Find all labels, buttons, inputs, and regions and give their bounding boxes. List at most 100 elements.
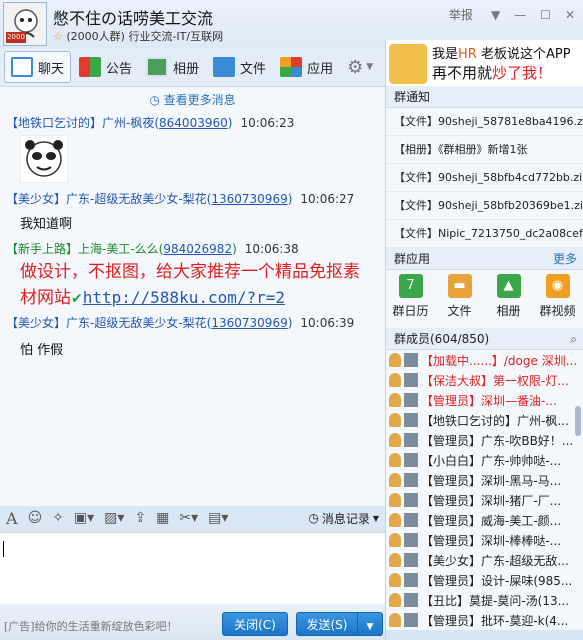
ad-text[interactable]: [广告]给你的生活重新绽放色彩吧！	[4, 618, 178, 634]
banner-line2: 再不用就炒了我！	[432, 62, 552, 83]
sender-qq-close: )	[287, 192, 293, 206]
sender-qq[interactable]: 1360730969	[211, 316, 287, 330]
close-button[interactable]: 关闭(C)	[222, 612, 288, 636]
scissors-icon[interactable]: ✂▾	[179, 510, 198, 526]
more-messages-link[interactable]: ◷ 查看更多消息	[0, 91, 385, 108]
member-item[interactable]: 【管理员】深圳—番油-...	[386, 390, 583, 410]
notice-item[interactable]: 【文件】Nipic_7213750_dc2a08cef5...	[386, 220, 583, 248]
tab-album[interactable]: 相册	[140, 51, 205, 83]
settings-button[interactable]: ⚙ ▼	[341, 51, 379, 83]
ad-banner[interactable]: 我是HR 老板说这个APP 再不用就炒了我！	[386, 40, 583, 86]
app-calendar[interactable]: 7 群日历	[386, 274, 435, 328]
member-name: 【管理员】深圳—番油-...	[421, 393, 557, 408]
tab-chat[interactable]: 聊天	[4, 51, 72, 83]
photo-icon: ▲	[496, 274, 521, 298]
tab-apps[interactable]: 应用	[274, 51, 339, 83]
sender-qq-close: )	[227, 116, 233, 130]
message-link[interactable]: http://588ku.com/?r=2	[83, 288, 285, 307]
apps-more-link[interactable]: 更多	[553, 248, 577, 270]
more-tools-icon[interactable]: ▤▾	[208, 510, 228, 526]
close-icon[interactable]: ✕	[565, 8, 575, 22]
member-name: 【小白白】广东-帅帅哒-...	[421, 453, 562, 468]
scrollbar-thumb[interactable]	[575, 406, 581, 436]
notice-item[interactable]: 【相册】《群相册》新增1张	[386, 136, 583, 164]
chevron-down-icon: ▼	[366, 622, 374, 632]
send-options-button[interactable]: ▼	[357, 612, 383, 636]
sender-name[interactable]: 广州-枫夜(	[102, 116, 159, 130]
group-avatar[interactable]: 2000	[3, 2, 47, 46]
message-history-button[interactable]: ◷ 消息记录 ▼	[308, 510, 379, 527]
member-item[interactable]: 【加载中......】/doge 深圳...	[386, 350, 583, 370]
emoji-icon[interactable]: ☺	[28, 510, 43, 526]
notice-item[interactable]: 【文件】90sheji_58781e8ba4196.zip	[386, 108, 583, 136]
maximize-icon[interactable]: ☐	[540, 8, 551, 22]
avatar	[404, 513, 418, 527]
group-category[interactable]: 行业交流-IT/互联网	[128, 30, 223, 43]
member-item[interactable]: 【管理员】设计-屎味(985...	[386, 570, 583, 590]
member-item[interactable]: 【美少女】广东-超级无敌...	[386, 550, 583, 570]
tab-notice[interactable]: 公告	[73, 51, 138, 83]
sender-name[interactable]: 广东-超级无敌美少女-梨花(	[66, 192, 211, 206]
folder-icon: ▬	[447, 274, 472, 298]
sender-qq[interactable]: 984026982	[163, 242, 232, 256]
member-item[interactable]: 【保洁大叔】第一权限-灯...	[386, 370, 583, 390]
member-item[interactable]: 【管理员】深圳-棒棒哒-...	[386, 530, 583, 550]
font-icon[interactable]: A	[6, 509, 18, 528]
banner-text-b: 老板说这个APP	[476, 47, 571, 62]
member-scrollbar[interactable]	[575, 378, 583, 640]
chat-icon	[11, 57, 33, 77]
app-album[interactable]: ▲ 相册	[484, 274, 533, 328]
banner-text-c: 再不用就	[432, 64, 493, 82]
image-icon[interactable]: ▨▾	[104, 510, 124, 526]
member-title: 【美少女】	[6, 192, 67, 206]
gift-icon[interactable]: ▦	[156, 510, 169, 526]
member-item[interactable]: 【管理员】广东-吹BB好！...	[386, 430, 583, 450]
sender-qq[interactable]: 1360730969	[211, 192, 287, 206]
bag-icon[interactable]: ▣▾	[74, 510, 94, 526]
notice-item[interactable]: 【文件】90sheji_58bfb4cd772bb.zip	[386, 164, 583, 192]
member-item[interactable]: 【丑比】莫提-莫问-汤(13...	[386, 590, 583, 610]
tab-apps-label: 应用	[307, 61, 334, 77]
message-time: 10:06:39	[300, 316, 355, 330]
upload-icon[interactable]: ⇪	[134, 510, 146, 526]
member-role-icon	[389, 453, 401, 467]
chat-area[interactable]: ◷ 查看更多消息 【地铁口乞讨的】广州-枫夜(864003960) 10:06:2…	[0, 86, 385, 506]
message-header: 【地铁口乞讨的】广州-枫夜(864003960) 10:06:23	[0, 114, 385, 131]
sender-name[interactable]: 上海-美工-么么(	[78, 242, 163, 256]
message-time: 10:06:27	[300, 192, 355, 206]
search-icon[interactable]: ⌕	[570, 328, 577, 350]
tab-files[interactable]: 文件	[207, 51, 272, 83]
member-role-icon	[389, 553, 401, 567]
magic-icon[interactable]: ✧	[52, 510, 64, 526]
member-role-icon	[389, 393, 401, 407]
member-role-icon	[389, 473, 401, 487]
sender-qq[interactable]: 864003960	[159, 116, 228, 130]
sender-name[interactable]: 广东-超级无敌美少女-梨花(	[66, 316, 211, 330]
app-video[interactable]: ◉ 群视频	[533, 274, 582, 328]
member-name: 【管理员】深圳-黑马-马...	[421, 473, 562, 488]
message-input[interactable]	[0, 532, 385, 604]
member-item[interactable]: 【管理员】批环-莫迎-k(4...	[386, 610, 583, 630]
member-role-icon	[389, 533, 401, 547]
app-album-label: 相册	[496, 304, 521, 318]
message-header: 【美少女】广东-超级无敌美少女-梨花(1360730969) 10:06:27	[0, 190, 385, 207]
avatar	[404, 553, 418, 567]
app-files[interactable]: ▬ 文件	[435, 274, 484, 328]
message-item: 【地铁口乞讨的】广州-枫夜(864003960) 10:06:23	[0, 114, 385, 186]
sticker-image[interactable]	[0, 134, 385, 186]
member-item[interactable]: 【管理员】深圳-黑马-马...	[386, 470, 583, 490]
chevron-down-icon: ▼	[372, 513, 379, 523]
member-name: 【管理员】批环-莫迎-k(4...	[421, 613, 569, 628]
member-item[interactable]: 【管理员】深圳-猪厂-厂...	[386, 490, 583, 510]
minimize-icon[interactable]: —	[514, 8, 526, 22]
member-name: 【加载中......】/doge 深圳...	[421, 353, 578, 368]
report-button[interactable]: 举报	[449, 6, 473, 23]
dropdown-icon[interactable]: ▼	[491, 8, 500, 22]
member-item[interactable]: 【管理员】威海-美工-颜...	[386, 510, 583, 530]
avatar	[404, 613, 418, 627]
send-button[interactable]: 发送(S)	[296, 612, 358, 636]
member-item[interactable]: 【地铁口乞讨的】广州-枫...	[386, 410, 583, 430]
notice-item[interactable]: 【文件】90sheji_58bfb20369be1.zip	[386, 192, 583, 220]
member-item[interactable]: 【小白白】广东-帅帅哒-...	[386, 450, 583, 470]
photo-icon	[146, 57, 169, 77]
